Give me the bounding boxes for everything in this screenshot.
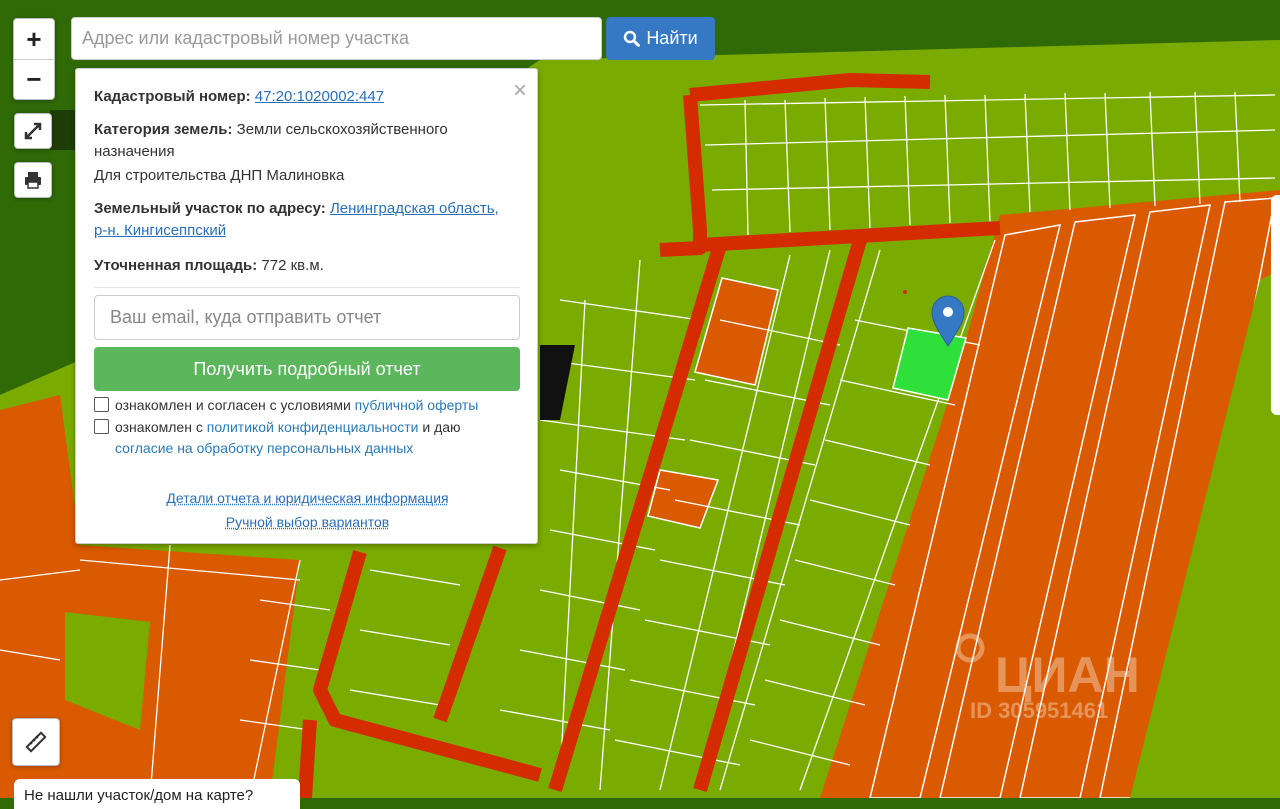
parcel-info-panel: × Кадастровый номер: 47:20:1020002:447 К…: [75, 68, 538, 544]
privacy-consent-mid: и даю: [422, 419, 461, 435]
privacy-consent-text: ознакомлен с: [115, 419, 203, 435]
report-details-link[interactable]: Детали отчета и юридическая информация: [166, 490, 448, 506]
address-row: Земельный участок по адресу: Ленинградск…: [94, 198, 514, 242]
search-input[interactable]: Адрес или кадастровый номер участка: [71, 17, 602, 60]
zoom-in-button[interactable]: +: [14, 20, 54, 59]
category-label: Категория земель:: [94, 121, 233, 138]
area-row: Уточненная площадь: 772 кв.м.: [94, 255, 514, 277]
privacy-consent: ознакомлен с политикой конфиденциальност…: [94, 417, 514, 459]
manual-link-row: Ручной выбор вариантов: [76, 514, 539, 530]
search-icon: [624, 30, 641, 47]
ruler-button[interactable]: [12, 718, 60, 766]
personal-data-consent-link[interactable]: согласие на обработку персональных данны…: [115, 440, 413, 456]
zoom-control: + −: [13, 18, 55, 100]
cadastral-row: Кадастровый номер: 47:20:1020002:447: [94, 86, 514, 108]
details-link-row: Детали отчета и юридическая информация: [76, 490, 539, 506]
offer-consent: ознакомлен и согласен с условиями публич…: [94, 395, 514, 416]
ruler-icon: [25, 731, 47, 753]
print-icon: [25, 172, 41, 189]
zoom-out-button[interactable]: −: [14, 60, 54, 99]
privacy-checkbox[interactable]: [94, 419, 109, 434]
search-button[interactable]: Найти: [606, 17, 715, 60]
offer-checkbox[interactable]: [94, 397, 109, 412]
divider: [94, 287, 520, 288]
email-input[interactable]: Ваш email, куда отправить отчет: [94, 295, 520, 340]
address-label: Земельный участок по адресу:: [94, 200, 326, 217]
not-found-tip[interactable]: Не нашли участок/дом на карте?: [14, 779, 300, 809]
manual-selection-link[interactable]: Ручной выбор вариантов: [226, 514, 390, 530]
svg-text:ЦИАН: ЦИАН: [995, 647, 1140, 703]
public-offer-link[interactable]: публичной оферты: [355, 397, 479, 413]
svg-text:ID 305951461: ID 305951461: [970, 698, 1108, 723]
area-label: Уточненная площадь:: [94, 257, 258, 274]
privacy-policy-link[interactable]: политикой конфиденциальности: [207, 419, 419, 435]
fullscreen-button[interactable]: [14, 113, 52, 149]
area-value: 772 кв.м.: [261, 257, 324, 274]
fullscreen-icon: [24, 122, 42, 140]
right-panel-edge[interactable]: [1271, 195, 1280, 415]
cadastral-label: Кадастровый номер:: [94, 88, 251, 105]
category-row: Категория земель: Земли сельскохозяйстве…: [94, 119, 514, 163]
close-icon[interactable]: ×: [513, 77, 527, 105]
usage-text: Для строительства ДНП Малиновка: [94, 167, 345, 184]
cadastral-number-link[interactable]: 47:20:1020002:447: [255, 88, 384, 105]
search-button-label: Найти: [646, 28, 698, 48]
get-report-button[interactable]: Получить подробный отчет: [94, 347, 520, 391]
print-button[interactable]: [14, 162, 52, 198]
offer-consent-text: ознакомлен и согласен с условиями: [115, 397, 351, 413]
